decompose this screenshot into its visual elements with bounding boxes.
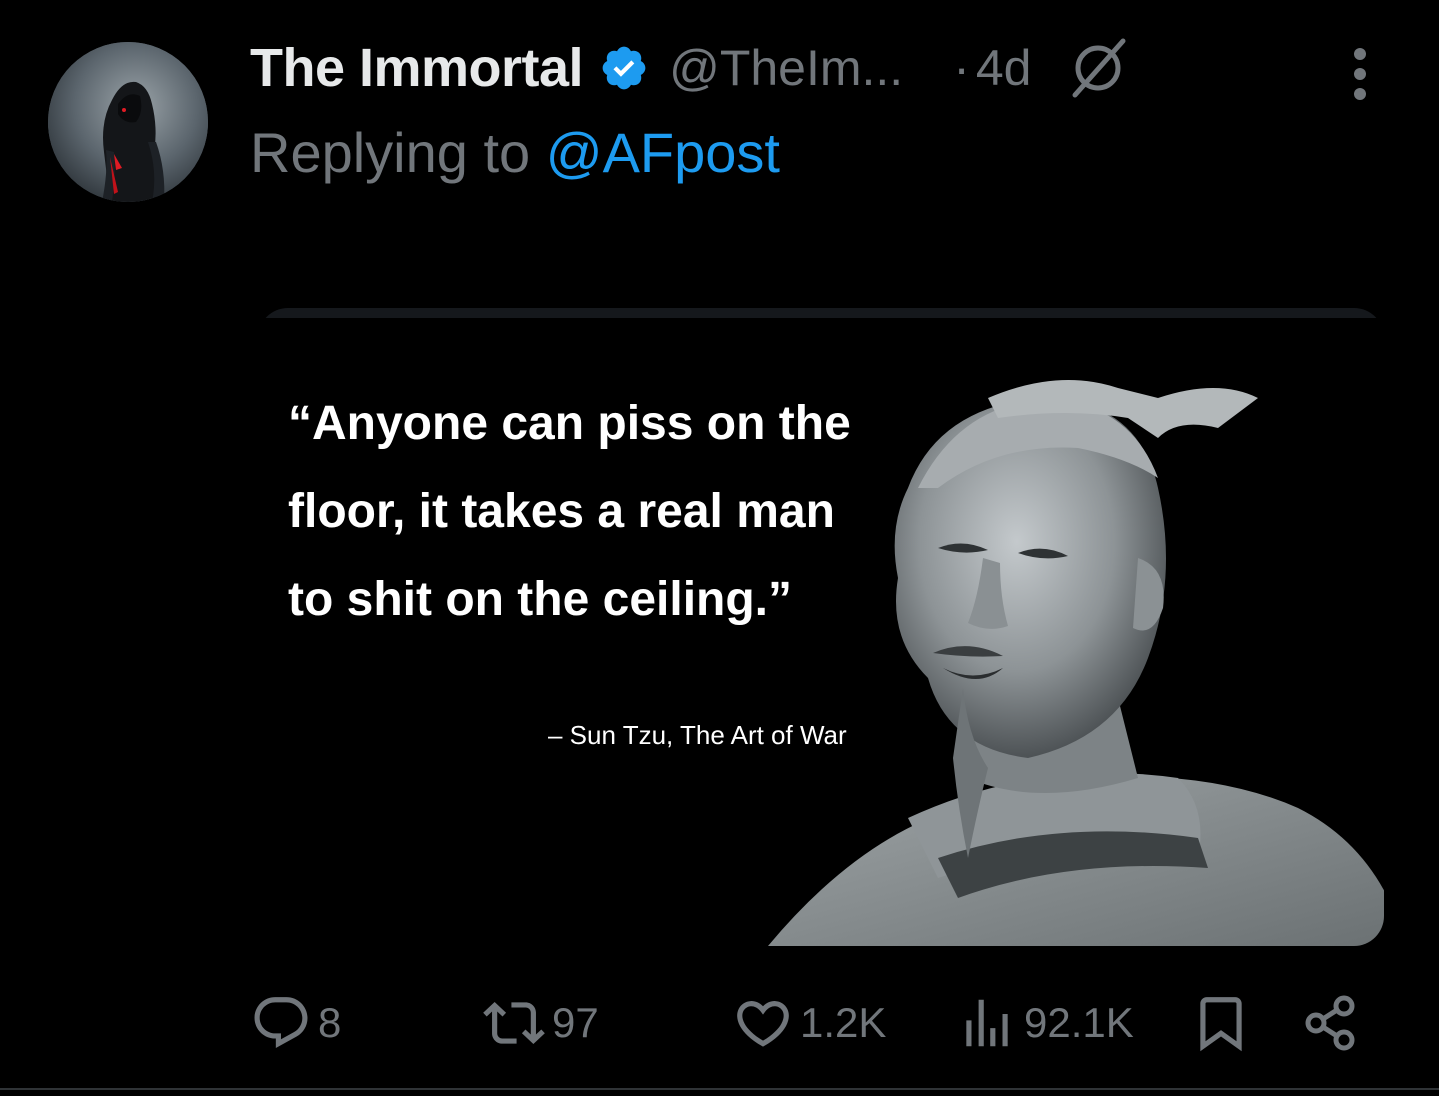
share-button[interactable] (1300, 988, 1362, 1058)
bookmark-button[interactable] (1190, 988, 1252, 1058)
reply-icon (254, 997, 308, 1049)
tweet: The Immortal @TheIm... · 4d Replying to … (0, 0, 1439, 1096)
tweet-media[interactable]: “Anyone can piss on the floor, it takes … (258, 308, 1384, 946)
avatar[interactable] (48, 42, 208, 202)
repost-count: 97 (552, 999, 599, 1046)
reply-prefix: Replying to (250, 121, 531, 184)
bookmark-icon (1200, 997, 1242, 1052)
timestamp[interactable]: 4d (976, 39, 1032, 97)
display-name[interactable]: The Immortal (250, 37, 584, 99)
views-button[interactable]: 92.1K (956, 988, 1134, 1058)
handle[interactable]: @TheIm... (669, 39, 903, 97)
separator-dot: · (953, 40, 970, 96)
repost-icon (483, 1002, 545, 1044)
verified-badge-icon[interactable] (599, 43, 649, 93)
divider (0, 1088, 1439, 1090)
action-bar: 8 97 1.2K 92.1K (250, 988, 1370, 1058)
repost-button[interactable]: 97 (482, 988, 599, 1058)
like-icon (737, 1001, 789, 1047)
tweet-header: The Immortal @TheIm... · 4d (250, 36, 1131, 100)
no-sign-icon[interactable] (1065, 35, 1131, 101)
more-vertical-icon[interactable] (1340, 46, 1380, 106)
views-icon (966, 999, 1008, 1047)
reply-button[interactable]: 8 (250, 988, 341, 1058)
reply-context: Replying to @AFpost (250, 120, 780, 185)
reply-count: 8 (318, 999, 342, 1046)
reply-mention-link[interactable]: @AFpost (546, 121, 780, 184)
media-top-edge (258, 308, 1384, 318)
like-button[interactable]: 1.2K (732, 988, 886, 1058)
avatar-image (48, 42, 208, 202)
quote-attribution: – Sun Tzu, The Art of War (548, 720, 847, 750)
share-icon (1305, 995, 1355, 1051)
like-count: 1.2K (800, 999, 887, 1046)
views-count: 92.1K (1024, 999, 1134, 1046)
quote-text: “Anyone can piss on the floor, it takes … (288, 397, 851, 626)
